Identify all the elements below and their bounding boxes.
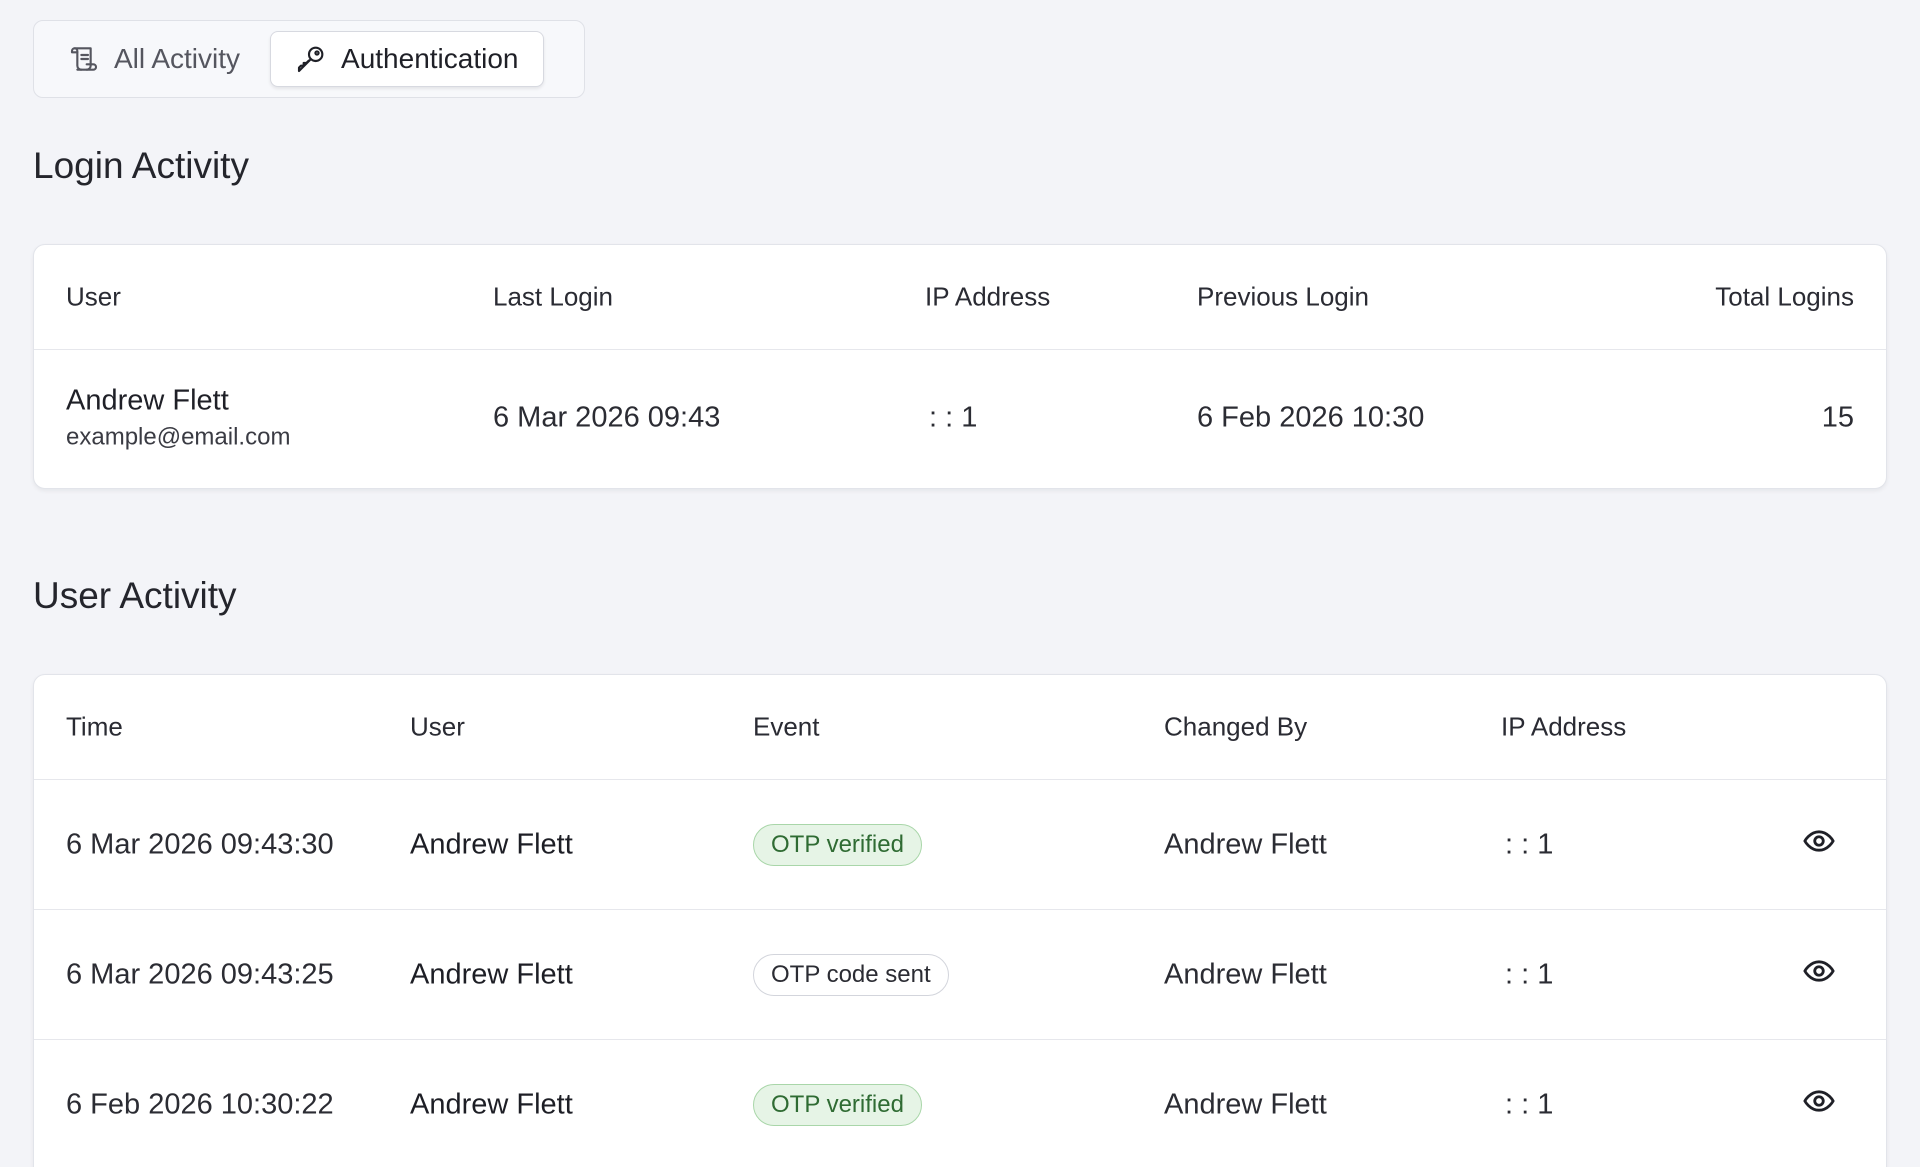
view-details-button[interactable] — [1802, 824, 1836, 866]
changed-by-value: Andrew Flett — [1164, 958, 1327, 990]
tab-authentication[interactable]: Authentication — [270, 31, 544, 87]
column-header-changed-by[interactable]: Changed By — [1164, 712, 1307, 743]
event-badge: OTP code sent — [753, 953, 949, 996]
ip-address-value: : : 1 — [1505, 1088, 1554, 1121]
column-header-ip-address[interactable]: IP Address — [925, 282, 1050, 313]
view-details-button[interactable] — [1802, 954, 1836, 996]
page: All Activity Authentication Login Activi… — [0, 0, 1920, 1167]
event-badge: OTP verified — [753, 1084, 922, 1126]
total-logins-value: 15 — [1821, 401, 1854, 434]
user-email: example@email.com — [66, 423, 291, 451]
user-activity-table: Time User Event Changed By IP Address 6 … — [33, 674, 1887, 1167]
column-header-last-login[interactable]: Last Login — [493, 282, 613, 313]
login-activity-table: User Last Login IP Address Previous Logi… — [33, 244, 1887, 489]
column-header-total-logins[interactable]: Total Logins — [1715, 282, 1854, 313]
user-name: Andrew Flett — [66, 384, 229, 417]
tab-all-activity[interactable]: All Activity — [44, 31, 264, 87]
eye-icon[interactable] — [1802, 824, 1836, 858]
ip-address-value: : : 1 — [929, 401, 978, 434]
last-login-value: 6 Mar 2026 09:43 — [493, 401, 721, 434]
key-icon — [297, 46, 324, 73]
table-header: Time User Event Changed By IP Address — [34, 675, 1886, 780]
column-header-event[interactable]: Event — [753, 712, 820, 743]
time-value: 6 Mar 2026 09:43:25 — [66, 958, 334, 990]
scroll-icon — [70, 47, 97, 71]
column-header-ip-address[interactable]: IP Address — [1501, 712, 1626, 743]
table-row: Andrew Flett example@email.com 6 Mar 202… — [34, 350, 1886, 486]
table-row[interactable]: 6 Mar 2026 09:43:30 Andrew Flett OTP ver… — [34, 780, 1886, 910]
event-cell: OTP verified — [753, 1084, 922, 1126]
user-value: Andrew Flett — [410, 828, 573, 860]
tab-label: Authentication — [341, 43, 519, 74]
user-cell: Andrew Flett example@email.com — [66, 385, 290, 452]
user-activity-title: User Activity — [33, 575, 237, 616]
time-value: 6 Mar 2026 09:43:30 — [66, 828, 334, 860]
user-value: Andrew Flett — [410, 958, 573, 990]
table-row[interactable]: 6 Feb 2026 10:30:22 Andrew Flett OTP ver… — [34, 1040, 1886, 1167]
column-header-user[interactable]: User — [66, 282, 121, 313]
ip-address-value: : : 1 — [1505, 958, 1554, 990]
view-details-button[interactable] — [1802, 1084, 1836, 1126]
event-cell: OTP code sent — [753, 953, 949, 996]
changed-by-value: Andrew Flett — [1164, 1088, 1327, 1121]
event-cell: OTP verified — [753, 823, 922, 866]
previous-login-value: 6 Feb 2026 10:30 — [1197, 401, 1425, 434]
changed-by-value: Andrew Flett — [1164, 828, 1327, 860]
column-header-time[interactable]: Time — [66, 712, 123, 743]
table-row[interactable]: 6 Mar 2026 09:43:25 Andrew Flett OTP cod… — [34, 910, 1886, 1040]
event-badge: OTP verified — [753, 823, 922, 866]
ip-address-value: : : 1 — [1505, 828, 1554, 860]
eye-icon[interactable] — [1802, 954, 1836, 988]
table-header: User Last Login IP Address Previous Logi… — [34, 245, 1886, 350]
column-header-previous-login[interactable]: Previous Login — [1197, 282, 1369, 313]
eye-icon[interactable] — [1802, 1084, 1836, 1118]
user-value: Andrew Flett — [410, 1088, 573, 1121]
login-activity-title: Login Activity — [33, 145, 249, 186]
tab-label: All Activity — [114, 43, 241, 74]
activity-tabs: All Activity Authentication — [33, 20, 585, 98]
column-header-user[interactable]: User — [410, 712, 465, 743]
time-value: 6 Feb 2026 10:30:22 — [66, 1088, 334, 1121]
